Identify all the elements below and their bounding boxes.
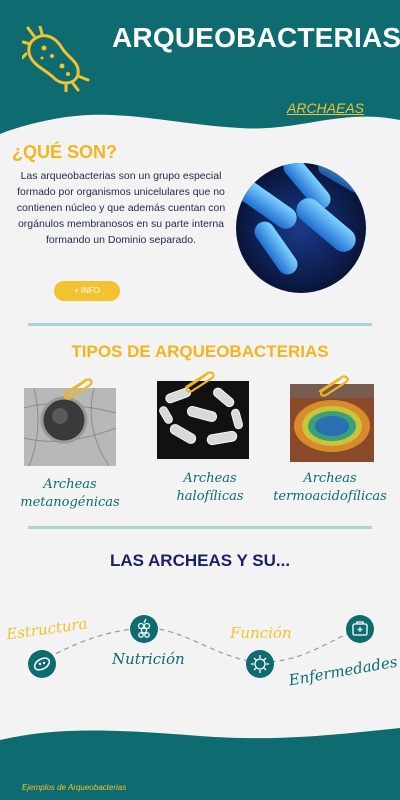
tipos-heading: TIPOS DE ARQUEOBACTERIAS	[71, 342, 329, 361]
archeas-heading: LAS ARCHEAS Y SU...	[109, 551, 291, 570]
divider-middle	[28, 526, 372, 529]
flow-path	[39, 627, 361, 663]
virus-icon	[251, 655, 269, 673]
nutricion-label: Nutrición	[112, 650, 185, 668]
medical-kit-icon	[352, 621, 368, 636]
funcion-node[interactable]	[246, 650, 274, 678]
divider-top	[28, 323, 372, 326]
footer-note: Ejemplos de Arqueobacterias	[22, 783, 127, 792]
header: ARQUEOBACTERIAS ARCHAEAS	[0, 0, 400, 150]
label-line-1: Archeas	[43, 477, 97, 492]
more-info-button[interactable]: + INFO	[54, 281, 120, 301]
funcion-label: Función	[230, 624, 292, 642]
label-line-2: halofílicas	[176, 489, 244, 504]
que-son-heading: ¿QUÉ SON?	[12, 142, 118, 162]
paperclip-icon	[184, 371, 215, 393]
termoacidofilicas-label: Archeas termoacidofílicas	[262, 470, 398, 506]
label-line-1: Archeas	[183, 471, 237, 486]
paperclip-icon	[318, 375, 349, 397]
bacteria-image	[236, 163, 366, 293]
label-line-2: termoacidofílicas	[273, 489, 387, 504]
nutricion-node[interactable]	[130, 615, 158, 643]
bacteria-logo-icon	[22, 26, 90, 92]
label-line-2: metanogénicas	[20, 495, 120, 510]
grapes-icon	[137, 618, 151, 638]
estructura-node[interactable]	[28, 650, 56, 678]
page-title: ARQUEOBACTERIAS	[112, 22, 400, 53]
halofilicas-label: Archeas halofílicas	[150, 470, 270, 506]
paperclip-icon	[62, 378, 93, 400]
subtitle-link[interactable]: ARCHAEAS	[287, 100, 364, 116]
bacteria-icon	[33, 657, 51, 671]
metanogenicas-label: Archeas metanogénicas	[10, 476, 130, 512]
que-son-description: Las arqueobacterias son un grupo especia…	[16, 170, 226, 246]
enfermedades-node[interactable]	[346, 615, 374, 643]
label-line-1: Archeas	[303, 471, 357, 486]
